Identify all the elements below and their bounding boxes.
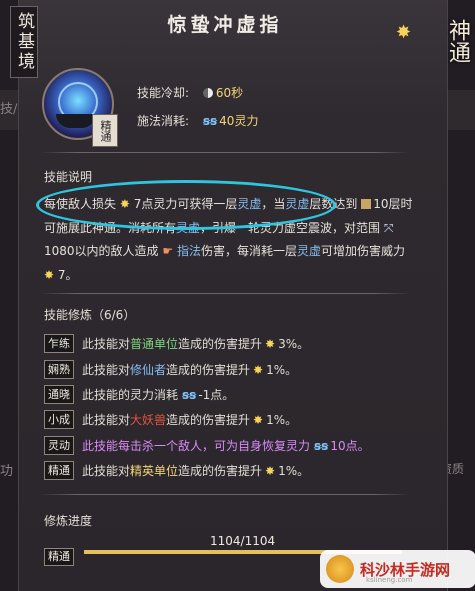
shentong-badge: 神通	[445, 19, 470, 63]
target-term: 修仙者	[130, 363, 167, 377]
target-term: 大妖兽	[130, 413, 167, 427]
row-value: 3%。	[278, 337, 310, 351]
desc-text: 7点灵力可获得一层	[133, 197, 238, 211]
bg-tab-left-bottom: 功	[0, 464, 14, 479]
realm-rank-badge: 筑基境	[10, 6, 38, 78]
sun-icon: ✸	[265, 336, 276, 351]
finger-icon: ☛	[162, 244, 174, 258]
desc-text: 7。	[57, 267, 78, 282]
stage-tag: 精通	[44, 461, 74, 480]
sun-icon: ✸	[253, 362, 264, 377]
target-term: 精英单位	[130, 464, 179, 478]
cooldown-value: 60秒	[215, 86, 244, 100]
skill-title: 惊蛰冲虚指	[167, 14, 283, 36]
site-watermark: 科沙林手游网 kslineng.com	[320, 550, 475, 588]
divider	[40, 494, 410, 495]
cooldown-row: 技能冷却: 60秒	[137, 84, 243, 101]
row-value: -1点。	[198, 388, 235, 402]
term-lingxu: 灵虚	[176, 220, 201, 235]
term-lingxu: 灵虚	[285, 197, 310, 211]
watermark-logo-icon	[326, 555, 354, 583]
progress-level-tag: 精通	[44, 548, 74, 566]
row-text: 此技能每击杀一个敌人，可为自身恢复灵力	[82, 439, 311, 453]
sun-icon: ✸	[44, 267, 55, 282]
stage-tag: 娴熟	[44, 360, 74, 379]
row-value: 1%。	[266, 413, 298, 427]
cultivation-row: 通晓 此技能的灵力消耗 ꞩꞩ -1点。	[44, 385, 234, 404]
row-text: 此技能对	[82, 337, 131, 351]
cost-row: 施法消耗: ꞩꞩ 40灵力	[137, 112, 258, 129]
skill-description: 每使敌人损失 ✸ 7点灵力可获得一层灵虚，当灵虚层数达到 10层时可施展此神通。…	[44, 193, 416, 287]
row-value: 1%。	[266, 363, 298, 377]
sparkle-icon: ✸	[396, 22, 412, 43]
cultivation-row: 小成 此技能对 大妖兽 造成的伤害提升 ✸ 1%。	[44, 410, 297, 429]
row-text: 此技能对	[82, 363, 131, 377]
sun-icon: ✸	[253, 412, 264, 427]
desc-text: ，引爆一轮灵力虚空震波，对范围	[200, 220, 381, 235]
cultivation-row: 乍练 此技能对 普通单位 造成的伤害提升 ✸ 3%。	[44, 334, 309, 353]
spirit-power-icon: ꞩꞩ	[314, 438, 329, 453]
desc-text: 伤害，每消耗一层	[200, 244, 297, 258]
clock-icon	[202, 88, 213, 98]
row-value: 1%。	[278, 464, 310, 478]
row-text: 此技能对	[82, 413, 131, 427]
row-value: 10点。	[330, 439, 370, 453]
range-icon: ⤧	[383, 220, 394, 235]
progress-value: 1104/1104	[210, 534, 276, 548]
description-heading: 技能说明	[44, 170, 93, 184]
cultivation-row: 灵动 此技能每击杀一个敌人，可为自身恢复灵力 ꞩꞩ 10点。	[44, 436, 370, 455]
hand-icon	[56, 114, 96, 128]
cost-value: 40灵力	[219, 114, 259, 128]
sun-icon: ✸	[119, 197, 130, 211]
desc-text: 1080以内的敌人造成	[44, 244, 159, 258]
desc-text: 层数达到	[309, 197, 358, 211]
mastery-level-tag: 精通	[92, 114, 118, 147]
stage-tag: 乍练	[44, 334, 74, 353]
desc-text: ，当	[261, 197, 286, 211]
row-text: 此技能对	[82, 464, 131, 478]
desc-text: 每使敌人损失	[44, 197, 117, 211]
row-text: 造成的伤害提升	[178, 337, 263, 351]
progress-heading: 修炼进度	[44, 514, 93, 528]
cooldown-label: 技能冷却:	[137, 86, 190, 100]
term-lingxu: 灵虚	[237, 197, 262, 211]
term-finger-art: 指法	[176, 244, 201, 258]
divider	[40, 152, 410, 153]
stage-tag: 灵动	[44, 436, 74, 455]
row-text: 此技能的灵力消耗	[82, 388, 179, 402]
scroll-icon	[361, 199, 372, 209]
spirit-power-icon: ꞩꞩ	[202, 114, 218, 128]
divider	[40, 293, 410, 294]
target-term: 普通单位	[130, 337, 179, 351]
desc-text: 可增加伤害威力	[321, 244, 406, 258]
cultivation-row: 精通 此技能对 精英单位 造成的伤害提升 ✸ 1%。	[44, 461, 309, 480]
cultivation-heading: 技能修炼（6/6）	[44, 308, 136, 322]
term-lingxu: 灵虚	[297, 244, 322, 258]
row-text: 造成的伤害提升	[166, 413, 251, 427]
stage-tag: 小成	[44, 410, 74, 429]
stage-tag: 通晓	[44, 385, 74, 404]
cultivation-row: 娴熟 此技能对 修仙者 造成的伤害提升 ✸ 1%。	[44, 360, 297, 379]
watermark-sub: kslineng.com	[366, 576, 413, 584]
row-text: 造成的伤害提升	[178, 464, 263, 478]
sun-icon: ✸	[265, 463, 276, 478]
row-text: 造成的伤害提升	[166, 363, 251, 377]
cost-label: 施法消耗:	[137, 114, 190, 128]
spirit-power-icon: ꞩꞩ	[182, 387, 197, 402]
